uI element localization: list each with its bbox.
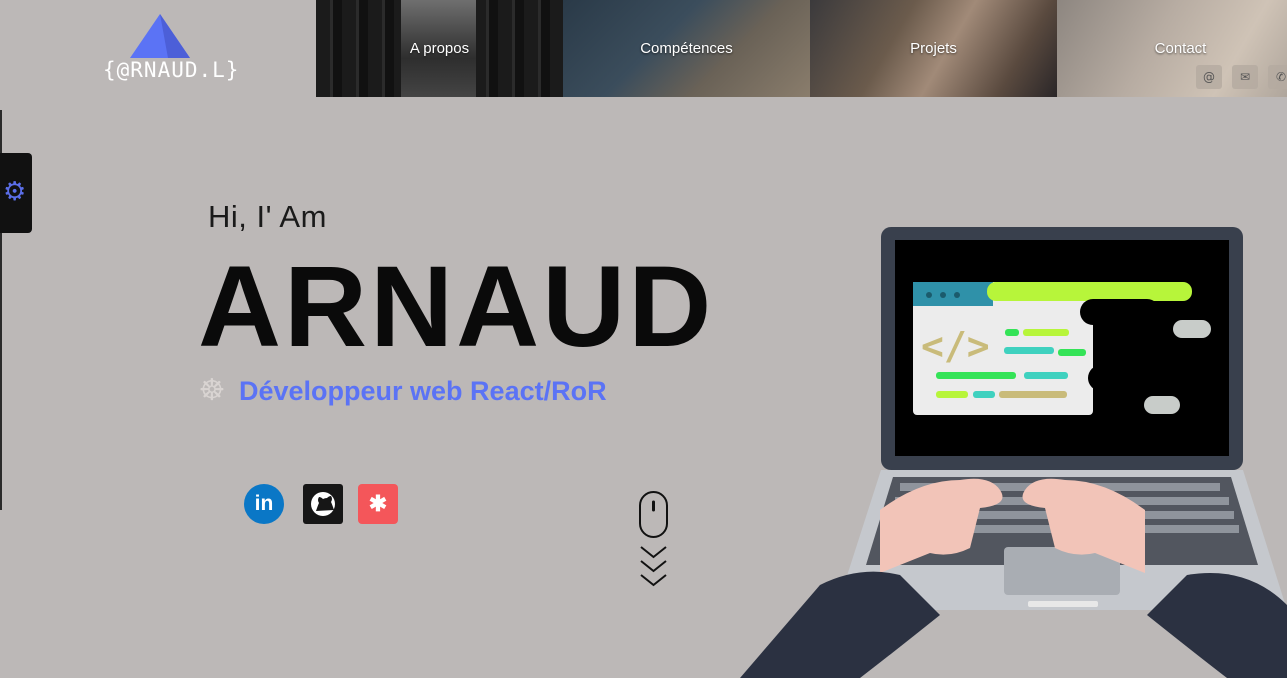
mouse-scroll-icon (639, 491, 668, 587)
settings-toggle-button[interactable]: ⚙ (0, 153, 32, 233)
envelope-icon: ✉ (1232, 65, 1258, 89)
pyramid-logo-icon (130, 14, 190, 58)
svg-text:</>: </> (921, 324, 990, 368)
hero-name: ARNAUD (198, 243, 715, 371)
header: {@RNAUD.L} A propos Compétences Projets … (0, 0, 1287, 97)
nav-label: A propos (409, 40, 470, 57)
main-nav: A propos Compétences Projets Contact @ ✉… (316, 0, 1287, 97)
malt-icon[interactable]: ✱ (358, 484, 398, 524)
laptop-coding-illustration: </> (740, 225, 1287, 678)
at-icon: @ (1196, 65, 1222, 89)
nav-label: Projets (910, 40, 957, 57)
linkedin-icon[interactable]: in (244, 484, 284, 524)
logo-text: {@RNAUD.L} (103, 58, 240, 82)
nav-item-competences[interactable]: Compétences (563, 0, 810, 97)
nav-item-contact[interactable]: Contact @ ✉ ✆ (1057, 0, 1287, 97)
github-icon[interactable] (303, 484, 343, 524)
hero-greeting: Hi, I' Am (208, 199, 327, 234)
nav-label: Compétences (640, 40, 733, 57)
contact-icons: @ ✉ ✆ (1196, 65, 1287, 89)
ship-wheel-icon: ☸ (198, 373, 226, 408)
nav-label: Contact (1154, 40, 1207, 57)
hero-role: Développeur web React/RoR (239, 375, 607, 406)
phone-icon: ✆ (1268, 65, 1287, 89)
logo[interactable]: {@RNAUD.L} (0, 0, 316, 97)
nav-item-a-propos[interactable]: A propos (316, 0, 563, 97)
scroll-down-indicator[interactable] (639, 491, 669, 597)
hero-role-row: ☸ Développeur web React/RoR (195, 374, 607, 408)
nav-item-projets[interactable]: Projets (810, 0, 1057, 97)
gear-icon: ⚙ (3, 177, 27, 207)
